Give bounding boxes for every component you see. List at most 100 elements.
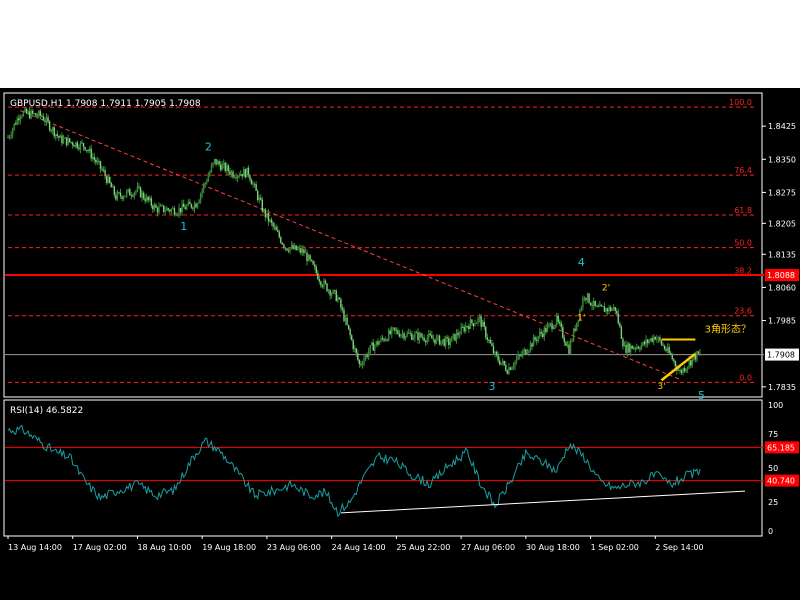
candle (275, 224, 277, 231)
candle (594, 300, 596, 308)
candle (81, 139, 83, 145)
candle (503, 360, 505, 367)
candle (631, 345, 633, 350)
candle (169, 208, 171, 214)
candle (75, 141, 77, 149)
candle (11, 127, 14, 139)
candle (506, 369, 509, 375)
candle (258, 195, 260, 204)
candle (347, 324, 350, 331)
candle (659, 335, 661, 343)
candle (511, 366, 513, 371)
candle (623, 341, 626, 347)
candle (304, 248, 307, 254)
time-tick-label: 19 Aug 18:00 (202, 543, 256, 552)
candle (583, 296, 586, 302)
candle (158, 202, 160, 215)
candle (98, 158, 100, 165)
wave-label: 4 (578, 256, 585, 269)
candle (617, 309, 620, 325)
candle (528, 349, 530, 357)
candle (395, 327, 398, 335)
candle (522, 349, 524, 359)
candle (324, 279, 327, 285)
candle (463, 324, 465, 334)
candle (649, 337, 652, 343)
candle (152, 204, 154, 213)
candle (682, 367, 684, 376)
candle (350, 333, 353, 341)
candle (546, 321, 549, 333)
candle (64, 136, 66, 139)
candle (192, 206, 194, 212)
candle (195, 202, 197, 208)
candle (548, 322, 550, 329)
price-tick-label: 1.8425 (768, 122, 796, 131)
price-tick-label: 1.7835 (768, 383, 796, 392)
candle (582, 295, 584, 311)
candle (654, 336, 657, 341)
candle (51, 126, 54, 135)
candle (73, 144, 75, 147)
candle (149, 195, 151, 202)
candle (130, 192, 132, 200)
candle (512, 362, 515, 370)
candle (10, 131, 12, 140)
candle (212, 162, 214, 168)
candle (310, 259, 313, 262)
candle (602, 305, 604, 307)
candle (263, 207, 265, 214)
candle (270, 217, 273, 227)
candle (203, 182, 205, 194)
candle (663, 344, 666, 351)
candle (102, 166, 105, 173)
candle (629, 343, 632, 357)
candle (517, 350, 519, 361)
candle (115, 191, 117, 201)
candle (545, 325, 547, 335)
candle (82, 142, 85, 151)
candle (475, 321, 478, 324)
fib-level-label: 76.4 (734, 166, 752, 175)
candle (414, 331, 416, 342)
candle (190, 203, 193, 210)
candle (36, 112, 38, 120)
chart-background (0, 88, 800, 600)
candle (182, 199, 185, 208)
candle (252, 180, 254, 188)
candle (284, 247, 287, 252)
candle (492, 342, 495, 355)
candle (543, 325, 546, 341)
candle (232, 169, 234, 180)
candle (28, 107, 31, 120)
candle (525, 348, 527, 356)
candle (488, 338, 490, 344)
candle (622, 336, 624, 350)
candle (357, 349, 359, 362)
candle (338, 296, 341, 300)
candle (170, 208, 173, 215)
time-tick-label: 17 Aug 02:00 (73, 543, 127, 552)
candle (616, 308, 618, 317)
candle (16, 116, 18, 126)
candle (243, 166, 245, 177)
candle (253, 182, 256, 188)
candle (477, 317, 479, 327)
candle (320, 280, 322, 288)
candle (628, 341, 630, 354)
candle (31, 108, 34, 118)
fib-level-label: 50.0 (734, 239, 752, 248)
candle (281, 242, 284, 246)
candle (626, 341, 629, 357)
candle (68, 138, 71, 144)
candle (240, 170, 242, 177)
candle (110, 181, 112, 188)
candle (175, 212, 177, 216)
candle (33, 112, 35, 115)
price-tick-label: 1.8350 (768, 155, 796, 164)
rsi-tick-label: 25 (768, 498, 778, 507)
candle (67, 134, 69, 146)
rsi-tick-label: 50 (768, 464, 778, 473)
candle (206, 178, 208, 185)
candle (244, 168, 247, 179)
